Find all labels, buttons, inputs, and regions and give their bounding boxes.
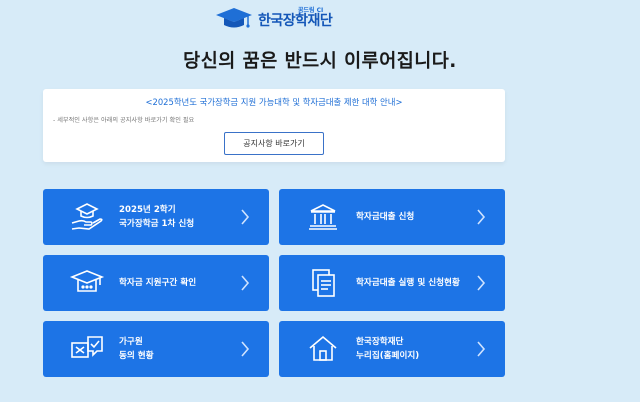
card-national-scholarship[interactable]: 2025년 2학기 국가장학금 1차 신청 [43, 189, 269, 245]
chevron-right-icon [241, 341, 250, 357]
logo-name: 한국장학재단 [258, 13, 333, 29]
card-line1: 학자금 지원구간 확인 [119, 278, 197, 288]
card-line2: 누리집(홈페이지) [356, 351, 420, 361]
chevron-right-icon [241, 275, 250, 291]
chevron-right-icon [477, 209, 486, 225]
card-loan-status[interactable]: 학자금대출 실행 및 신청현황 [279, 255, 505, 311]
card-line1: 학자금대출 신청 [356, 212, 415, 222]
card-line1: 한국장학재단 [356, 337, 404, 347]
page-headline: 당신의 꿈은 반드시 이루어집니다. [183, 51, 457, 72]
card-line1: 학자금대출 실행 및 신청현황 [356, 278, 460, 288]
notice-link-button[interactable]: 공지사항 바로가기 [224, 132, 324, 155]
card-homepage[interactable]: 한국장학재단 누리집(홈페이지) [279, 321, 505, 377]
notice-description: - 세부적인 사항은 아래의 공지사항 바로가기 확인 필요 [53, 117, 195, 124]
graduation-cap-chat-icon [69, 270, 105, 292]
graduation-cap-logo-icon [216, 8, 252, 28]
card-line1: 2025년 2학기 [119, 205, 176, 215]
home-icon [309, 335, 337, 361]
card-line2: 국가장학금 1차 신청 [119, 219, 195, 229]
card-line2: 동의 현황 [119, 351, 154, 361]
graduation-cap-hand-icon [71, 203, 103, 230]
documents-icon [312, 269, 335, 297]
chevron-right-icon [241, 209, 250, 225]
card-support-level[interactable]: 학자금 지원구간 확인 [43, 255, 269, 311]
chevron-right-icon [477, 275, 486, 291]
card-household-consent[interactable]: 가구원 동의 현황 [43, 321, 269, 377]
notice-box: <2025학년도 국가장학금 지원 가능대학 및 학자금대출 제한 대학 안내>… [43, 89, 505, 162]
card-line1: 가구원 [119, 337, 143, 347]
logo[interactable]: 꿈드림 CI 한국장학재단 [214, 5, 333, 31]
notice-title[interactable]: <2025학년도 국가장학금 지원 가능대학 및 학자금대출 제한 대학 안내> [43, 96, 505, 108]
card-loan-apply[interactable]: 학자금대출 신청 [279, 189, 505, 245]
bank-building-icon [309, 204, 337, 230]
consent-check-icon [71, 336, 103, 358]
chevron-right-icon [477, 341, 486, 357]
